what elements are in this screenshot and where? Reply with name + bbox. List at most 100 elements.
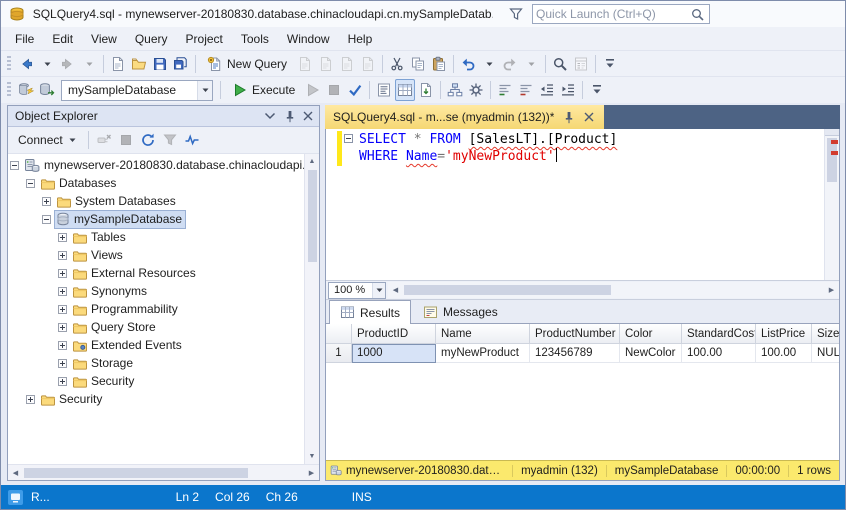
increase-indent-icon[interactable]: [558, 79, 578, 101]
code-lines[interactable]: SELECT * FROM [SalesLT].[Product]WHERE N…: [357, 129, 824, 280]
tab-messages[interactable]: Messages: [412, 300, 509, 323]
pin-icon[interactable]: [280, 108, 297, 125]
tab-results[interactable]: Results: [329, 300, 411, 324]
tree-node-storage[interactable]: Storage: [8, 354, 304, 372]
cell-productid[interactable]: 1000: [352, 344, 436, 363]
execute-button[interactable]: Execute: [225, 79, 302, 101]
estimated-plan-icon[interactable]: [445, 79, 465, 101]
splitter-grip[interactable]: [825, 129, 839, 136]
cancel-query-icon[interactable]: [324, 79, 344, 101]
redo-icon[interactable]: [500, 53, 520, 75]
undo-caret[interactable]: [479, 53, 499, 75]
tree-node-views[interactable]: Views: [8, 246, 304, 264]
expand-icon[interactable]: [58, 323, 67, 332]
code-line-2[interactable]: WHERE Name='myNewProduct': [359, 148, 824, 165]
combo-dropdown-icon[interactable]: [197, 81, 212, 100]
editor-hscroll-thumb[interactable]: [404, 285, 611, 295]
close-icon[interactable]: [299, 108, 316, 125]
new-query-button[interactable]: New Query: [200, 53, 294, 75]
copy-icon[interactable]: [408, 53, 428, 75]
expand-icon[interactable]: [58, 305, 67, 314]
object-explorer-vscrollbar[interactable]: [304, 154, 319, 464]
editor-vscroll-thumb[interactable]: [827, 138, 837, 182]
funnel-icon[interactable]: [507, 5, 525, 23]
zoom-dropdown-icon[interactable]: [372, 283, 385, 298]
results-to-grid-icon[interactable]: [395, 79, 415, 101]
menu-tools[interactable]: Tools: [232, 27, 278, 50]
redo-caret[interactable]: [521, 53, 541, 75]
stop-icon[interactable]: [116, 129, 136, 151]
find-icon[interactable]: [550, 53, 570, 75]
scroll-left-icon[interactable]: [388, 283, 403, 298]
tree-node-synonyms[interactable]: Synonyms: [8, 282, 304, 300]
disconnect-icon[interactable]: [94, 129, 114, 151]
scroll-up-icon[interactable]: [305, 154, 320, 169]
tree-node-security[interactable]: Security: [8, 372, 304, 390]
new-item-icon[interactable]: [108, 53, 128, 75]
menu-file[interactable]: File: [6, 27, 43, 50]
column-header-productnumber[interactable]: ProductNumber: [530, 324, 620, 344]
title-bar[interactable]: SQLQuery4.sql - mynewserver-20180830.dat…: [1, 1, 845, 27]
tab-close-icon[interactable]: [582, 110, 596, 124]
column-header-color[interactable]: Color: [620, 324, 682, 344]
document-tab[interactable]: SQLQuery4.sql - m...se (myadmin (132))*: [325, 105, 604, 129]
menu-query[interactable]: Query: [126, 27, 177, 50]
save-icon[interactable]: [150, 53, 170, 75]
query-options-icon[interactable]: [466, 79, 486, 101]
collapse-region-icon[interactable]: [344, 134, 353, 143]
row-header[interactable]: 1: [326, 344, 352, 363]
expand-icon[interactable]: [58, 377, 67, 386]
quick-launch-input[interactable]: [536, 7, 688, 21]
quick-launch-box[interactable]: [532, 4, 710, 24]
grid-corner-cell[interactable]: [326, 324, 352, 344]
menu-edit[interactable]: Edit: [43, 27, 82, 50]
column-header-listprice[interactable]: ListPrice: [756, 324, 812, 344]
vscroll-thumb[interactable]: [308, 170, 317, 262]
uncomment-icon[interactable]: [516, 79, 536, 101]
tree-node-programmability[interactable]: Programmability: [8, 300, 304, 318]
editor-hscrollbar[interactable]: [388, 282, 839, 298]
tree-node-security[interactable]: Security: [8, 390, 304, 408]
database-engine-query-icon[interactable]: [295, 53, 315, 75]
menu-project[interactable]: Project: [177, 27, 232, 50]
cell-listprice[interactable]: 100.00: [756, 344, 812, 363]
tree-node-query-store[interactable]: Query Store: [8, 318, 304, 336]
results-grid[interactable]: ProductIDNameProductNumberColorStandardC…: [326, 324, 839, 460]
undo-icon[interactable]: [458, 53, 478, 75]
scroll-right-icon[interactable]: [824, 283, 839, 298]
collapse-icon[interactable]: [26, 179, 35, 188]
save-all-icon[interactable]: [171, 53, 191, 75]
toolbar-grip[interactable]: [7, 56, 11, 72]
toolbar-grip[interactable]: [7, 82, 11, 98]
collapse-icon[interactable]: [10, 161, 19, 170]
cell-color[interactable]: NewColor: [620, 344, 682, 363]
refresh-icon[interactable]: [138, 129, 158, 151]
object-explorer-hscrollbar[interactable]: [8, 464, 319, 480]
results-to-file-icon[interactable]: [416, 79, 436, 101]
hscroll-thumb[interactable]: [24, 468, 248, 478]
column-header-productid[interactable]: ProductID: [352, 324, 436, 344]
status-monitor-icon[interactable]: [8, 490, 23, 505]
connect-button[interactable]: Connect: [12, 129, 83, 151]
open-file-icon[interactable]: [129, 53, 149, 75]
menu-view[interactable]: View: [82, 27, 126, 50]
tree-node-mysampledatabase[interactable]: mySampleDatabase: [8, 210, 304, 228]
filter-icon[interactable]: [160, 129, 180, 151]
expand-icon[interactable]: [58, 233, 67, 242]
xmla-query-icon[interactable]: [358, 53, 378, 75]
decrease-indent-icon[interactable]: [537, 79, 557, 101]
database-combo[interactable]: mySampleDatabase: [61, 80, 213, 101]
menu-window[interactable]: Window: [278, 27, 339, 50]
expand-icon[interactable]: [58, 341, 67, 350]
scroll-left-icon[interactable]: [8, 465, 23, 480]
tree-node-tables[interactable]: Tables: [8, 228, 304, 246]
column-header-standardcost[interactable]: StandardCost: [682, 324, 756, 344]
nav-forward-icon[interactable]: [58, 53, 78, 75]
toolbar-options-icon[interactable]: [587, 79, 607, 101]
nav-backward-icon[interactable]: [16, 53, 36, 75]
mdx-query-icon[interactable]: [316, 53, 336, 75]
expand-icon[interactable]: [42, 197, 51, 206]
editor-vscrollbar[interactable]: [824, 129, 839, 280]
column-header-name[interactable]: Name: [436, 324, 530, 344]
code-line-1[interactable]: SELECT * FROM [SalesLT].[Product]: [359, 131, 824, 148]
